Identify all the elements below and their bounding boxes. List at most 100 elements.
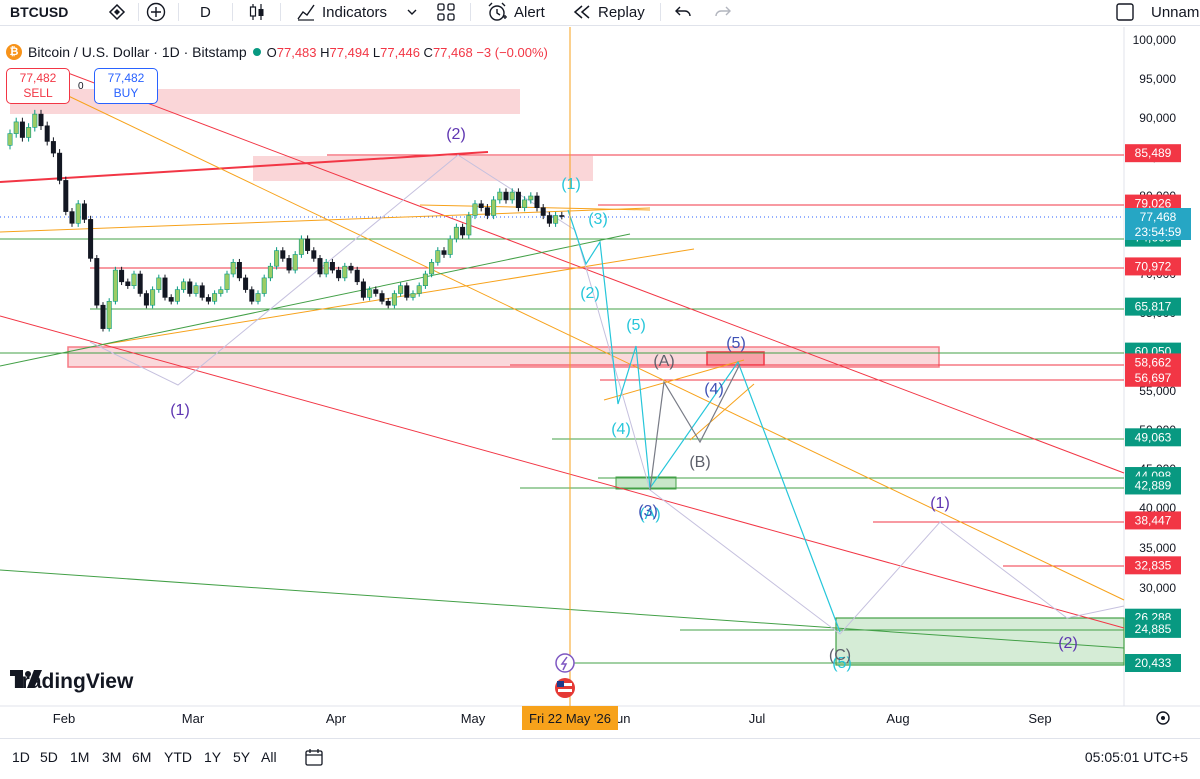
time-tick: Feb [53,711,75,726]
candle-body [100,304,106,329]
templates-button[interactable] [436,0,456,24]
price-level-label: 70,972 [1135,259,1172,273]
candle-body [404,285,410,298]
range-button-6m[interactable]: 6M [132,749,151,765]
range-button-5d[interactable]: 5D [40,749,58,765]
wave-label-navy-5: (5) [726,335,746,352]
candle-body [32,113,38,128]
replay-label: Replay [598,3,645,21]
indicators-dropdown[interactable] [406,0,418,24]
candle-body [19,121,25,138]
candle-body [522,199,528,208]
alert-button[interactable]: Alert [486,0,545,24]
top-toolbar: BTCUSD D Indicators Alert Replay Unnam [0,0,1200,26]
target-zone-6 [706,351,765,366]
candle-body [131,273,137,286]
symbol-name: BTCUSD [10,4,69,20]
candle-body [305,238,311,251]
go-to-date-button[interactable] [304,747,324,770]
candle-body [280,250,286,259]
candle-body [466,215,472,236]
candle-body [57,152,63,181]
diamond-icon [108,3,126,21]
favorites-button[interactable] [108,0,126,24]
candle-body [168,297,174,302]
interval-label: D [200,3,211,21]
time-tick: Sep [1028,711,1051,726]
candle-body [497,191,503,201]
candle-body [515,191,521,209]
rewind-icon [573,5,590,19]
chart-canvas[interactable]: (1) (2) (1) (2) (1) (3) (2) (5) (4) (A) … [0,27,1200,738]
utc-clock[interactable]: 05:05:01 UTC+5 [1085,749,1188,765]
price-tick: 90,000 [1139,111,1176,125]
price-tick: 35,000 [1139,541,1176,555]
sell-button[interactable]: 77,482 SELL [6,68,70,104]
range-button-3m[interactable]: 3M [102,749,121,765]
interval-button[interactable]: D [200,0,211,24]
chart-legend[interactable]: ₿ Bitcoin / U.S. Dollar · 1D · Bitstamp … [6,44,548,60]
price-level-label: 85,489 [1135,146,1172,160]
layout-menu[interactable]: Unname [1115,0,1200,24]
candle-body [435,250,441,263]
candle-body [13,121,19,134]
wave-label-navy-3: (3) [638,503,658,520]
price-level-label: 20,433 [1135,656,1172,670]
candle-body [205,297,211,302]
candle-body [106,300,112,329]
candle-body [559,215,565,217]
candle-body [174,289,180,302]
candle-body [224,273,230,290]
candle-body [472,203,478,216]
candle-body [292,254,298,271]
wave-label-gray-B: (B) [689,454,710,471]
chart-pane[interactable]: (1) (2) (1) (2) (1) (3) (2) (5) (4) (A) … [0,27,1200,738]
range-button-1y[interactable]: 1Y [204,749,221,765]
symbol-search[interactable]: BTCUSD [10,0,68,24]
candle-body [218,289,224,294]
candle-body [50,141,56,154]
wave-label-teal-5: (5) [626,317,646,334]
compare-button[interactable] [146,0,166,24]
wave-label-teal-1: (1) [561,176,581,193]
indicators-button[interactable]: Indicators [296,0,387,24]
price-level-label: 65,817 [1135,300,1172,314]
candle-body [125,281,131,286]
candle-body [150,289,156,306]
candle-body [298,238,304,255]
candle-body [534,195,540,208]
wave-label-gray-C: (C) [829,647,851,664]
candles-icon [249,4,264,20]
price-level-badge: 70,972 [1125,257,1181,276]
wave-label-gray-A: (A) [653,353,674,370]
layout-name: Unname [1151,3,1200,21]
candle-body [354,269,360,283]
candle-body [528,195,534,201]
buy-button[interactable]: 77,482 BUY [94,68,158,104]
range-button-5y[interactable]: 5Y [233,749,250,765]
legend-title: Bitcoin / U.S. Dollar · 1D · Bitstamp [28,44,247,60]
candle-body [88,219,94,259]
undo-button[interactable] [674,0,692,24]
range-button-ytd[interactable]: YTD [164,749,192,765]
candle-body [69,211,75,224]
range-button-1m[interactable]: 1M [70,749,89,765]
redo-button[interactable] [714,0,732,24]
tradingview-logo[interactable]: TradingView [10,670,133,694]
candle-body [137,273,143,294]
candle-body [81,203,87,220]
price-level-label: 58,662 [1135,355,1172,369]
tradingview-logo-icon [10,670,42,688]
candle-body [187,281,193,294]
candlestick-series [7,109,565,332]
range-button-1d[interactable]: 1D [12,749,30,765]
candle-body [261,277,267,294]
chart-type-button[interactable] [248,0,266,24]
range-button-all[interactable]: All [261,749,277,765]
candle-body [385,300,391,306]
candle-body [119,269,125,283]
candle-body [336,269,342,279]
replay-button[interactable]: Replay [572,0,645,24]
candle-body [348,265,354,271]
sell-label: SELL [23,86,53,100]
